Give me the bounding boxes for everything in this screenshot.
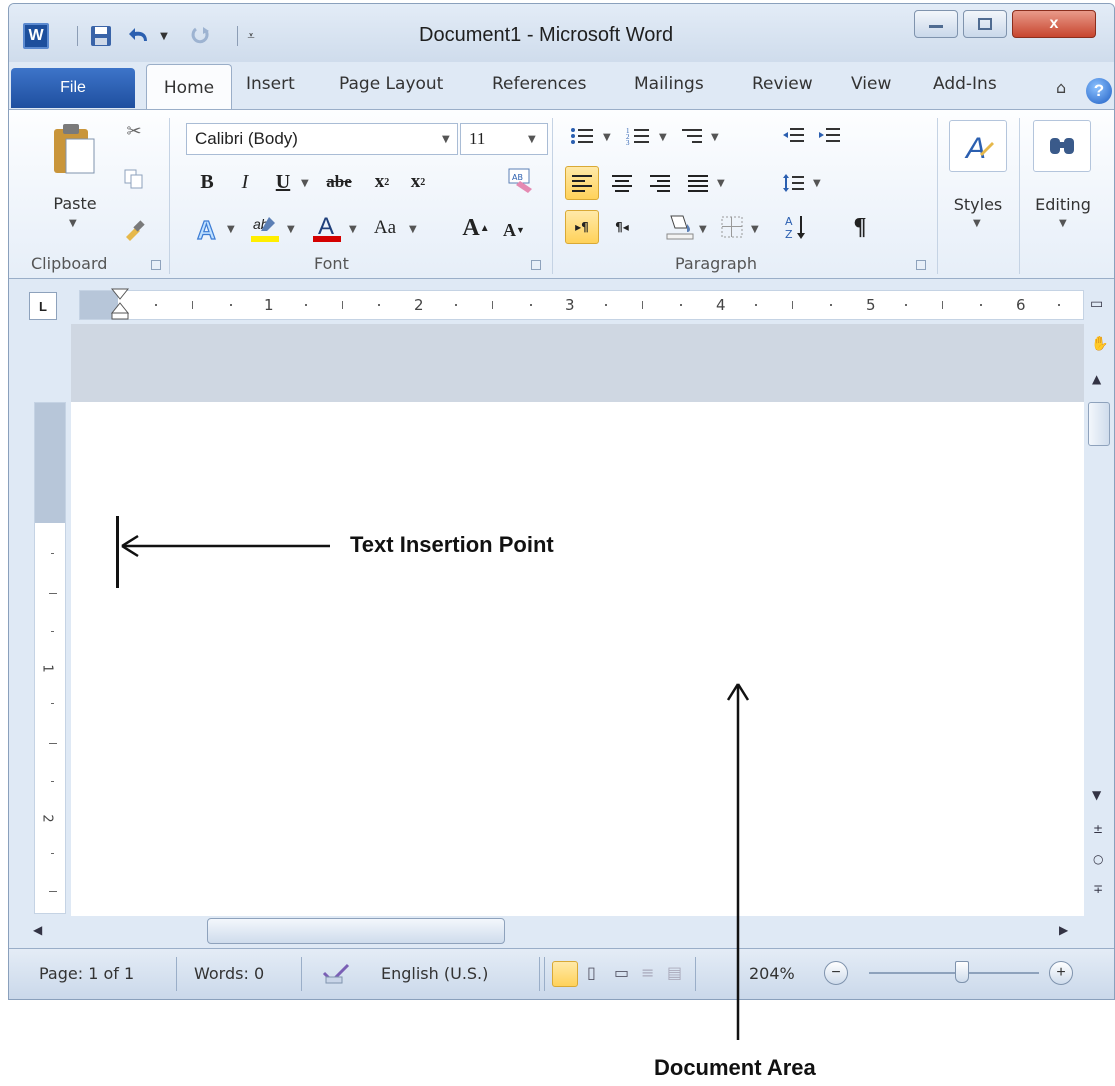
annotation-arrows bbox=[121, 534, 750, 1040]
insertion-point-annotation: Text Insertion Point bbox=[350, 532, 554, 557]
document-area-annotation: Document Area bbox=[654, 1055, 816, 1080]
